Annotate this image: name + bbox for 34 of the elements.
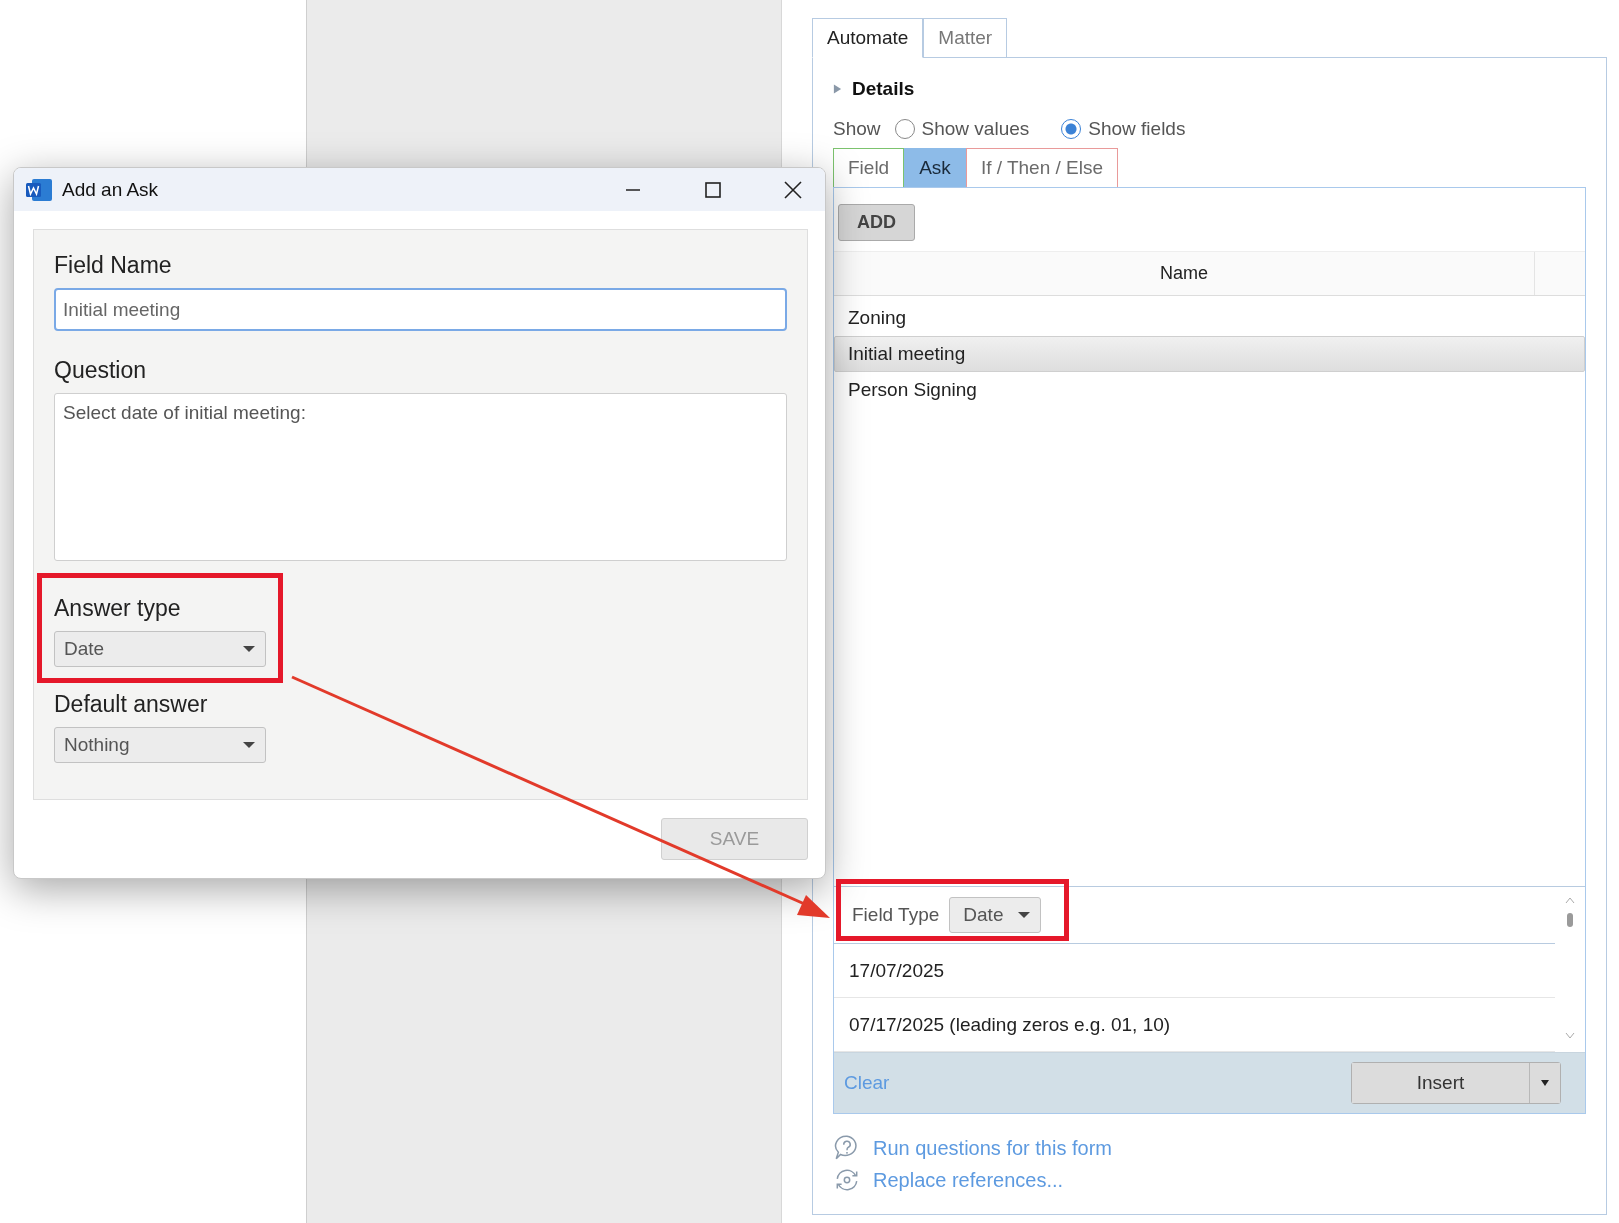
radio-option[interactable]: Show values: [894, 118, 1030, 140]
format-option[interactable]: 17/07/2025: [834, 944, 1555, 998]
field-label: Field Name: [54, 252, 172, 279]
add-button[interactable]: ADD: [838, 204, 915, 241]
panel-tab[interactable]: Automate: [812, 18, 924, 58]
show-label: Show: [833, 118, 881, 140]
caret-icon: [1541, 1080, 1549, 1086]
list-item[interactable]: Zoning: [834, 300, 1585, 336]
field-type-dropdown[interactable]: Date: [949, 897, 1042, 933]
maximize-icon[interactable]: [703, 179, 723, 200]
panel-tab[interactable]: Matter: [923, 18, 1008, 58]
list-item[interactable]: Initial meeting: [834, 336, 1585, 372]
insert-button[interactable]: Insert: [1352, 1063, 1530, 1103]
app-icon: [26, 178, 52, 201]
list-item[interactable]: Person Signing: [834, 372, 1585, 408]
type-tab[interactable]: Ask: [904, 148, 966, 188]
radio-option[interactable]: Show fields: [1061, 118, 1186, 140]
section-title: Details: [852, 78, 915, 100]
type-tab[interactable]: Field: [833, 148, 905, 188]
field-label: Default answer: [54, 691, 208, 718]
type-tab[interactable]: If / Then / Else: [965, 148, 1119, 188]
default-answer-dropdown[interactable]: Nothing: [54, 727, 266, 763]
field-label: Question: [54, 357, 147, 384]
radio-icon[interactable]: [894, 119, 915, 139]
window-title: Add an Ask: [62, 178, 159, 201]
radio-icon[interactable]: [1061, 119, 1082, 139]
field-type-label: Field Type: [852, 904, 940, 926]
question-field[interactable]: Select date of initial meeting:: [54, 393, 787, 561]
field-label: Answer type: [54, 595, 181, 622]
dropdown-button[interactable]: [1530, 1063, 1560, 1103]
answer-type-dropdown[interactable]: Date: [54, 631, 266, 667]
input-field[interactable]: Initial meeting: [54, 288, 787, 331]
expand-icon[interactable]: [833, 84, 842, 94]
close-icon[interactable]: [783, 179, 803, 200]
